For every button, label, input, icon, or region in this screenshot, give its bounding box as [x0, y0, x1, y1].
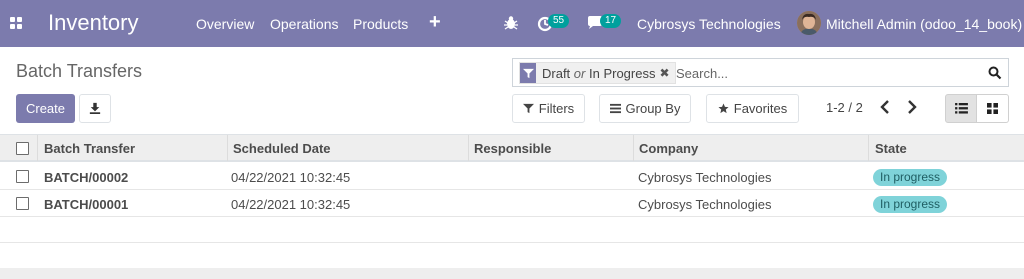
column-separator	[468, 135, 469, 161]
facet-value-in-progress: In Progress	[588, 65, 656, 81]
list-view-icon	[955, 103, 968, 114]
column-separator	[868, 135, 869, 161]
bug-icon[interactable]	[503, 15, 519, 31]
search-facet-state: Draft or In Progress ✖	[519, 62, 676, 84]
download-icon	[89, 102, 101, 114]
star-icon	[718, 103, 729, 114]
create-button[interactable]: Create	[16, 94, 75, 123]
activities-count-badge: 55	[548, 14, 570, 28]
cell-company: Cybrosys Technologies	[638, 170, 772, 185]
facet-remove-icon[interactable]: ✖	[659, 66, 674, 80]
row-checkbox[interactable]	[16, 197, 29, 210]
apps-grid-icon[interactable]	[10, 17, 23, 30]
group-by-label: Group By	[625, 101, 681, 116]
export-download-button[interactable]	[79, 94, 111, 123]
messages-count-badge: 17	[600, 14, 622, 28]
menu-overview[interactable]: Overview	[196, 16, 254, 32]
add-menu-icon[interactable]: +	[429, 11, 441, 34]
user-menu[interactable]: Mitchell Admin (odoo_14_book)	[826, 16, 1022, 32]
row-checkbox[interactable]	[16, 170, 29, 183]
status-badge: In progress	[873, 169, 948, 186]
group-by-bars-icon	[609, 103, 621, 114]
column-header-scheduled-date[interactable]: Scheduled Date	[233, 141, 331, 156]
select-all-checkbox[interactable]	[16, 142, 29, 155]
app-name[interactable]: Inventory	[48, 10, 139, 36]
facet-or-separator: or	[573, 65, 586, 81]
menu-products[interactable]: Products	[353, 16, 408, 32]
column-header-batch-transfer[interactable]: Batch Transfer	[44, 141, 135, 156]
cell-batch-name: BATCH/00001	[44, 197, 129, 212]
menu-operations[interactable]: Operations	[270, 16, 338, 32]
filter-funnel-icon	[522, 103, 534, 114]
column-separator	[633, 135, 634, 161]
table-row[interactable]: BATCH/00002 04/22/2021 10:32:45 Cybrosys…	[0, 163, 1024, 190]
facet-value-draft: Draft	[542, 65, 571, 81]
filters-button[interactable]: Filters	[512, 94, 585, 123]
pager-next-icon[interactable]	[906, 99, 918, 115]
pager-previous-icon[interactable]	[879, 99, 891, 115]
list-view-button[interactable]	[945, 94, 977, 123]
empty-table-row	[0, 217, 1024, 243]
user-avatar[interactable]	[797, 11, 821, 35]
column-header-company[interactable]: Company	[639, 141, 698, 156]
column-header-responsible[interactable]: Responsible	[474, 141, 551, 156]
search-bar: Draft or In Progress ✖	[512, 58, 1009, 87]
column-separator	[227, 135, 228, 161]
column-separator	[37, 135, 38, 161]
pager-value[interactable]: 1-2 / 2	[826, 100, 863, 115]
facet-values: Draft or In Progress	[536, 66, 659, 81]
group-by-button[interactable]: Group By	[599, 94, 691, 123]
cell-company: Cybrosys Technologies	[638, 197, 772, 212]
kanban-view-icon	[987, 103, 998, 114]
kanban-view-button[interactable]	[977, 94, 1009, 123]
table-footer	[0, 268, 1024, 279]
search-icon[interactable]	[988, 66, 1002, 80]
cell-scheduled-date: 04/22/2021 10:32:45	[231, 197, 351, 212]
cell-scheduled-date: 04/22/2021 10:32:45	[231, 170, 351, 185]
filters-label: Filters	[538, 101, 575, 116]
top-navbar: Inventory Overview Operations Products +…	[0, 0, 1024, 47]
filter-funnel-icon	[520, 63, 536, 83]
page-title: Batch Transfers	[16, 61, 143, 81]
table-header: Batch Transfer Scheduled Date Responsibl…	[0, 134, 1024, 162]
column-header-state[interactable]: State	[875, 141, 907, 156]
favorites-label: Favorites	[733, 101, 788, 116]
table-row[interactable]: BATCH/00001 04/22/2021 10:32:45 Cybrosys…	[0, 190, 1024, 217]
status-badge: In progress	[873, 196, 948, 213]
search-input[interactable]	[676, 62, 976, 84]
cell-batch-name: BATCH/00002	[44, 170, 129, 185]
favorites-button[interactable]: Favorites	[706, 94, 799, 123]
company-switcher[interactable]: Cybrosys Technologies	[637, 16, 781, 32]
